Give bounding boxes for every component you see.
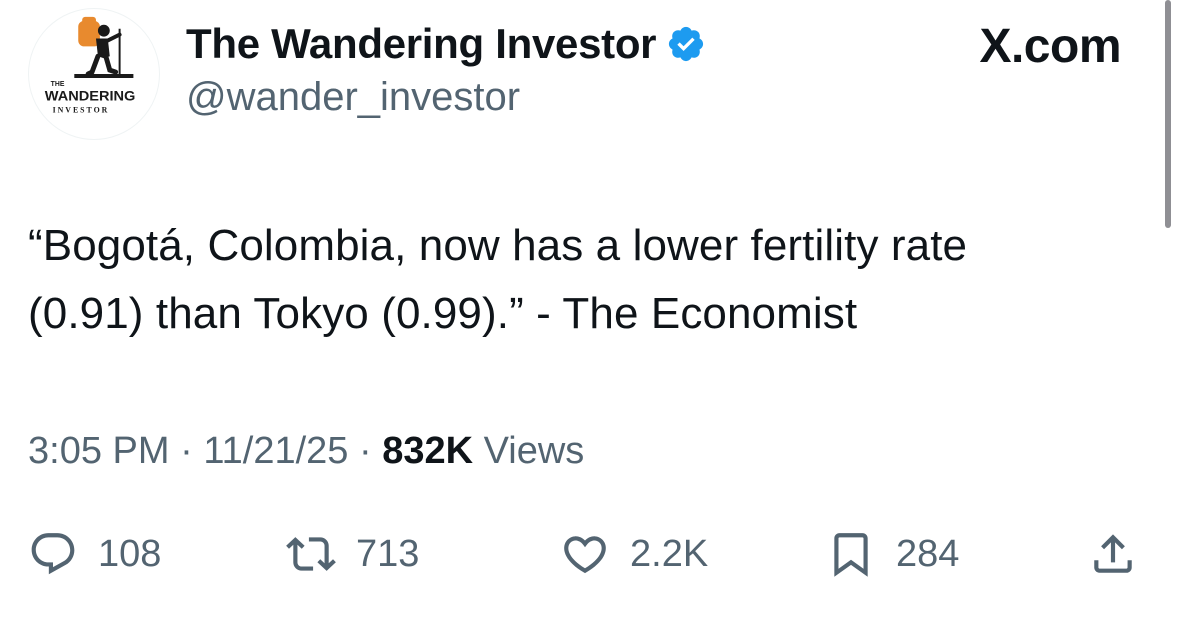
scrollbar[interactable]	[1165, 0, 1171, 228]
repost-icon	[286, 537, 336, 571]
views-label: Views	[483, 430, 585, 472]
reply-count: 108	[98, 533, 162, 575]
bookmark-button[interactable]: 284	[826, 524, 959, 584]
tweet-text-line: “Bogotá, Colombia, now has a lower ferti…	[28, 221, 968, 270]
meta-separator: ·	[348, 430, 383, 472]
avatar[interactable]: THE WANDERING INVESTOR	[28, 8, 160, 140]
display-name-row[interactable]: The Wandering Investor	[186, 18, 706, 70]
reply-button[interactable]: 108	[28, 524, 161, 584]
heart-icon	[564, 536, 606, 574]
reply-icon	[31, 533, 75, 575]
display-name[interactable]: The Wandering Investor	[186, 18, 657, 70]
svg-text:THE: THE	[51, 81, 65, 88]
svg-text:INVESTOR: INVESTOR	[53, 105, 110, 114]
tweet-meta: 3:05 PM · 11/21/25 · 832K Views	[28, 426, 584, 476]
site-brand: X.com	[979, 20, 1121, 73]
share-icon	[1094, 534, 1132, 573]
verified-badge-icon	[666, 24, 706, 64]
wandering-investor-logo: THE WANDERING INVESTOR	[45, 16, 136, 114]
like-count: 2.2K	[630, 533, 709, 575]
tweet-time[interactable]: 3:05 PM	[28, 430, 170, 472]
meta-separator: ·	[169, 430, 204, 472]
like-button[interactable]: 2.2K	[560, 524, 708, 584]
repost-button[interactable]: 713	[286, 524, 419, 584]
views-count: 832K	[382, 430, 474, 472]
tweet-text-line: (0.91) than Tokyo (0.99).” - The Economi…	[28, 289, 858, 338]
share-button[interactable]	[1088, 524, 1138, 584]
tweet-text: “Bogotá, Colombia, now has a lower ferti…	[28, 212, 1138, 348]
user-handle[interactable]: @wander_investor	[186, 72, 520, 122]
repost-count: 713	[356, 533, 420, 575]
action-bar: 108 713 2.2K 284	[0, 524, 1179, 584]
bookmark-count: 284	[896, 533, 960, 575]
tweet-date[interactable]: 11/21/25	[203, 430, 348, 472]
bookmark-icon	[834, 533, 868, 577]
svg-text:WANDERING: WANDERING	[45, 89, 136, 105]
